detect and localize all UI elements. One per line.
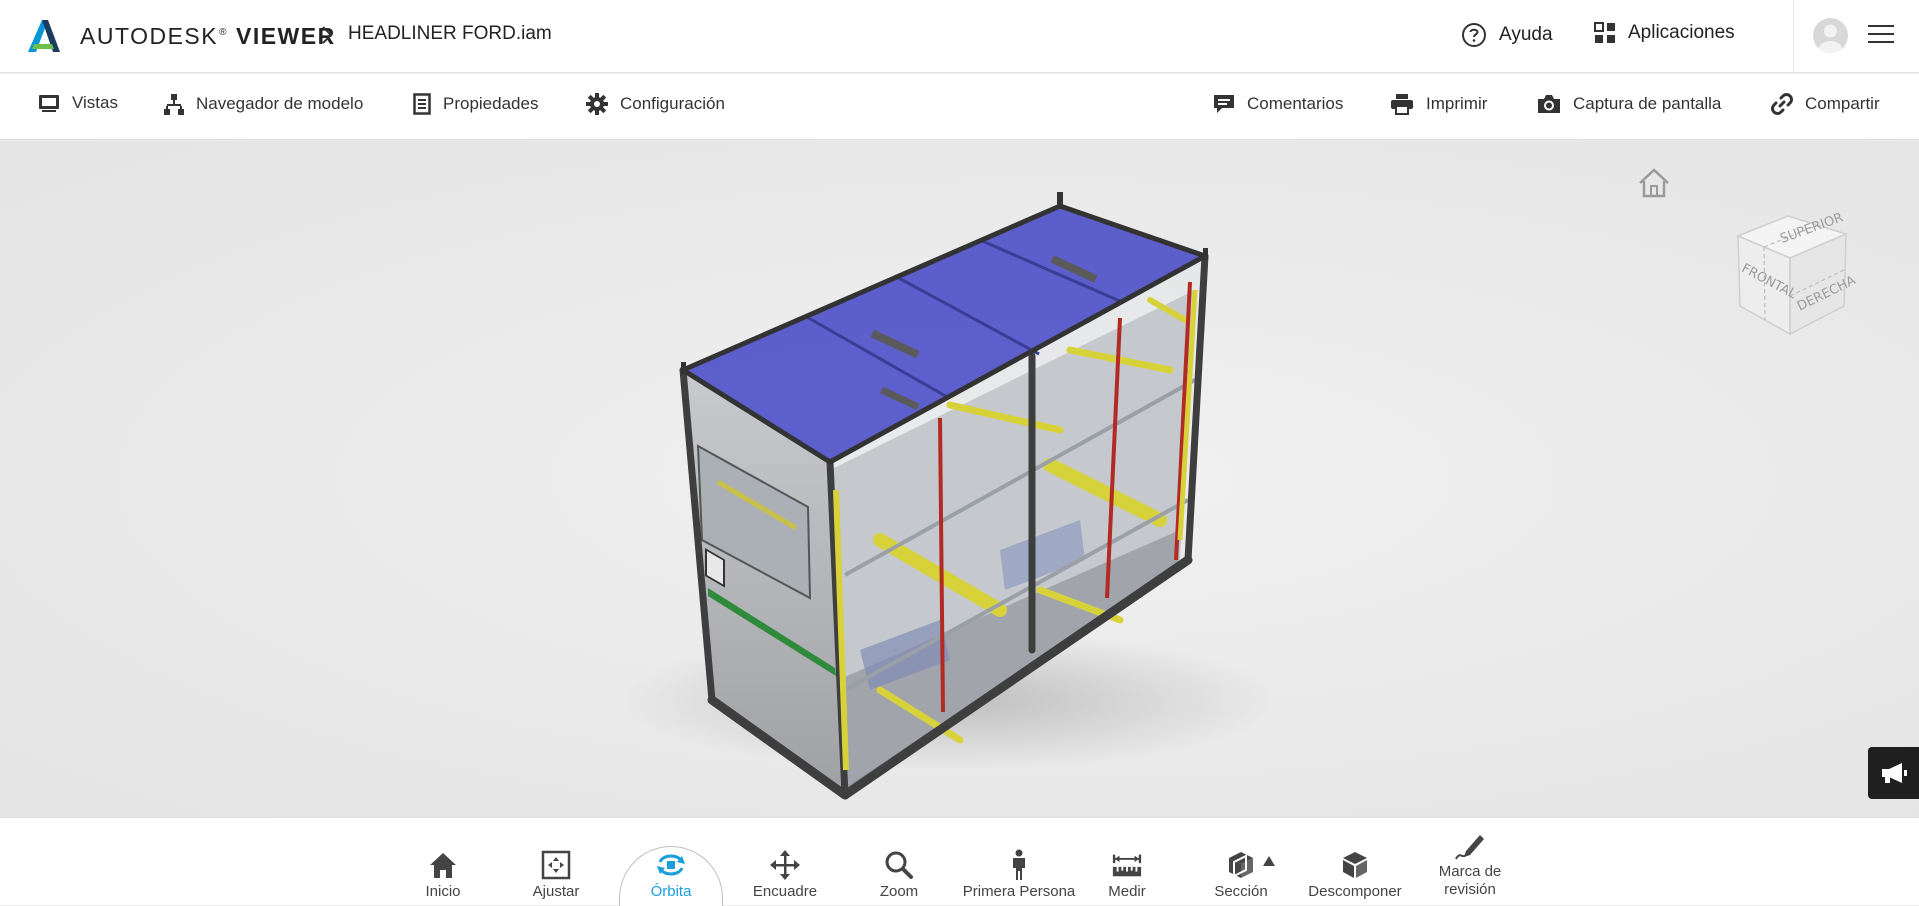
fit-button[interactable]: Ajustar [501, 817, 611, 905]
views-button[interactable]: Vistas [38, 93, 118, 113]
avatar[interactable] [1813, 18, 1848, 53]
help-label: Ayuda [1499, 24, 1553, 45]
measure-icon [1111, 849, 1143, 881]
monitor-icon [39, 95, 59, 112]
properties-label: Propiedades [443, 94, 539, 113]
feedback-button[interactable] [1868, 747, 1919, 799]
3d-viewport[interactable]: SUPERIOR FRONTAL DERECHA [0, 141, 1919, 817]
settings-label: Configuración [620, 94, 725, 113]
brand-prefix: AUTODESK [80, 22, 219, 49]
comments-label: Comentarios [1247, 94, 1344, 113]
hamburger-menu-icon[interactable] [1868, 23, 1894, 45]
section-label: Sección [1214, 883, 1268, 900]
headliner-model[interactable] [0, 141, 1919, 817]
measure-label: Medir [1108, 883, 1146, 900]
home-label: Inicio [425, 883, 461, 900]
pan-icon [769, 849, 801, 881]
orbit-button[interactable]: Órbita [616, 817, 726, 905]
model-browser-label: Navegador de modelo [196, 94, 364, 113]
section-button[interactable]: Sección [1186, 817, 1296, 905]
apps-grid-icon [1594, 22, 1615, 43]
orbit-label: Órbita [650, 883, 692, 900]
pan-label: Encuadre [752, 883, 818, 900]
home-view-icon[interactable] [1636, 167, 1672, 199]
first-person-button[interactable]: Primera Persona [962, 817, 1076, 905]
explode-button[interactable]: Descomponer [1300, 817, 1410, 905]
pan-button[interactable]: Encuadre [730, 817, 840, 905]
breadcrumb-file-name[interactable]: HEADLINER FORD.iam [348, 23, 552, 45]
home-button[interactable]: Inicio [388, 817, 498, 905]
zoom-icon [883, 849, 915, 881]
fit-label: Ajustar [532, 883, 580, 900]
user-silhouette-icon [1818, 24, 1843, 53]
views-label: Vistas [72, 93, 118, 112]
brand-title: AUTODESK® VIEWER [80, 23, 336, 50]
screenshot-button[interactable]: Captura de pantalla [1537, 93, 1721, 115]
properties-button[interactable]: Propiedades [413, 93, 538, 115]
bottom-toolbar [0, 817, 1919, 905]
zoom-button[interactable]: Zoom [844, 817, 954, 905]
autodesk-logo [28, 20, 60, 52]
hierarchy-icon [164, 94, 184, 115]
megaphone-icon [1881, 763, 1907, 783]
help-button[interactable]: Ayuda [1461, 22, 1553, 48]
settings-button[interactable]: Configuración [586, 93, 725, 115]
registered-mark: ® [219, 26, 228, 38]
link-icon [1771, 93, 1793, 115]
header-divider [1793, 0, 1794, 73]
gear-icon [586, 93, 608, 115]
section-icon [1225, 849, 1257, 881]
zoom-label: Zoom [879, 883, 919, 900]
share-label: Compartir [1805, 94, 1880, 113]
person-icon [1003, 849, 1035, 881]
top-header: AUTODESK® VIEWER HEADLINER FORD.iam Ayuda… [0, 0, 1919, 73]
print-label: Imprimir [1426, 94, 1488, 113]
camera-icon [1538, 95, 1560, 113]
caret-up-icon[interactable] [1262, 855, 1276, 867]
markup-label: Marca de revisión [1438, 863, 1502, 898]
print-button[interactable]: Imprimir [1390, 93, 1487, 115]
explode-icon [1339, 849, 1371, 881]
home-icon [427, 849, 459, 881]
printer-icon [1391, 94, 1413, 115]
orbit-icon [655, 849, 687, 881]
help-icon [1462, 23, 1486, 47]
share-button[interactable]: Compartir [1771, 93, 1880, 115]
viewer-toolbar: Vistas Navegador de modelo Propiedades C… [0, 74, 1919, 140]
fit-icon [540, 849, 572, 881]
model-browser-button[interactable]: Navegador de modelo [164, 93, 363, 115]
explode-label: Descomponer [1308, 883, 1402, 900]
screenshot-label: Captura de pantalla [1573, 94, 1722, 113]
brand[interactable]: AUTODESK® VIEWER [26, 18, 336, 54]
comment-icon [1214, 95, 1234, 113]
first-person-label: Primera Persona [962, 883, 1076, 900]
viewcube[interactable]: SUPERIOR FRONTAL DERECHA [1728, 206, 1858, 341]
chevron-right-icon [322, 26, 333, 44]
measure-button[interactable]: Medir [1072, 817, 1182, 905]
comments-button[interactable]: Comentarios [1213, 93, 1343, 115]
apps-label: Aplicaciones [1628, 22, 1735, 43]
markup-icon [1454, 829, 1486, 861]
document-icon [413, 93, 431, 115]
markup-button[interactable]: Marca de revisión [1415, 817, 1525, 905]
apps-button[interactable]: Aplicaciones [1594, 22, 1735, 44]
